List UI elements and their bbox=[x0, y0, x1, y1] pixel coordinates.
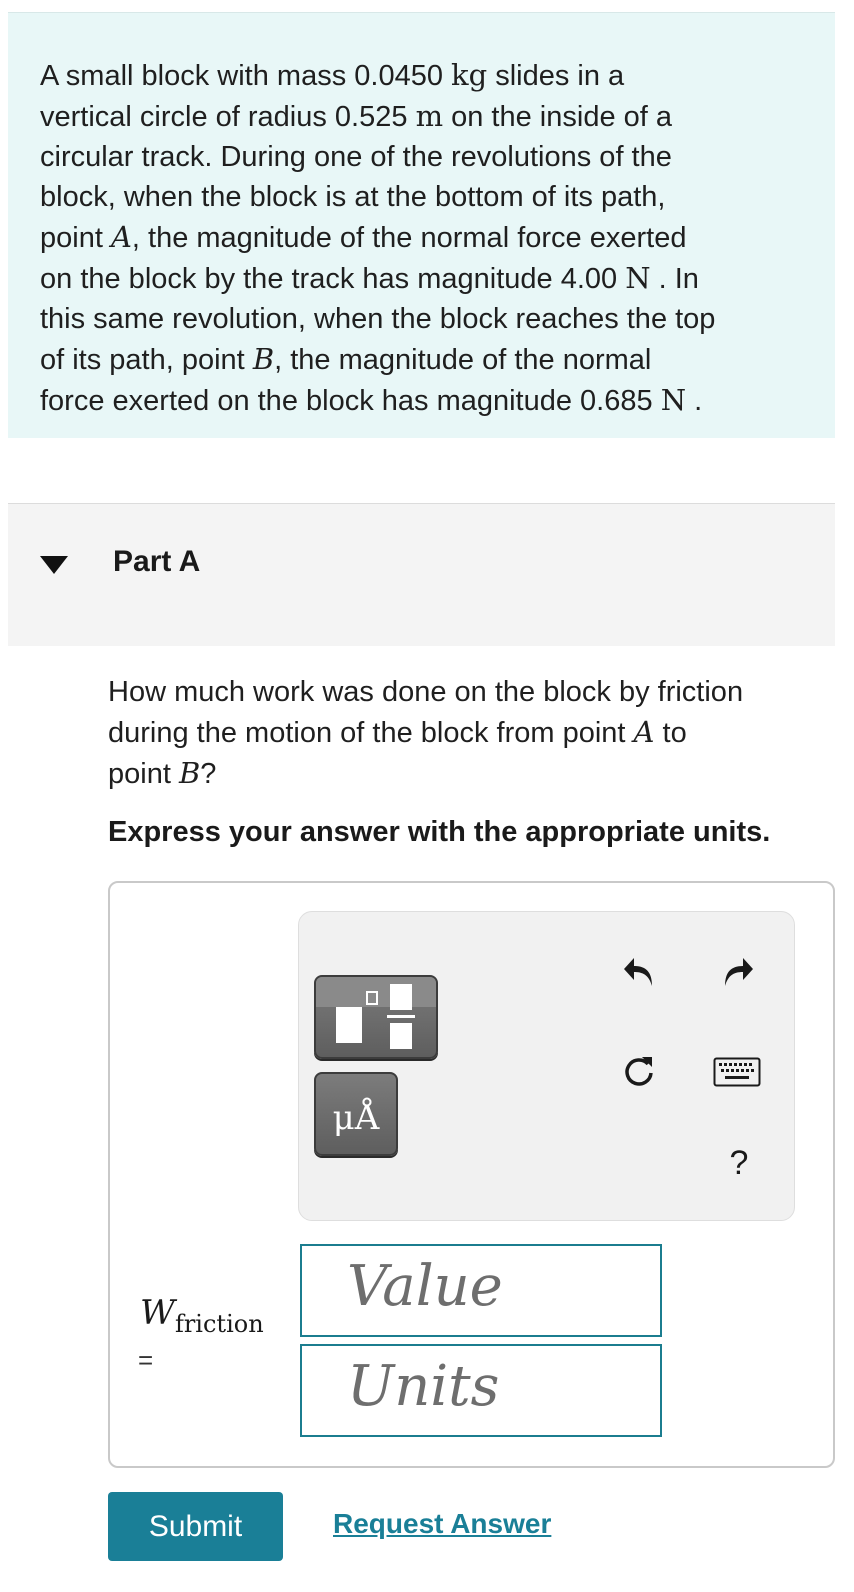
redo-icon bbox=[725, 958, 753, 986]
equals-sign: = bbox=[138, 1345, 154, 1375]
question-line: How much work was done on the block by f… bbox=[108, 676, 744, 708]
units-icon: μÅ bbox=[332, 1098, 380, 1138]
variable-label: Wfriction bbox=[140, 1293, 264, 1338]
problem-line: vertical circle of radius 0.525 m on the… bbox=[40, 99, 673, 133]
value-input[interactable]: Value bbox=[300, 1244, 662, 1337]
problem-line: on the block by the track has magnitude … bbox=[40, 261, 699, 295]
units-input[interactable]: Units bbox=[300, 1344, 662, 1437]
problem-line: of its path, point B, the magnitude of t… bbox=[40, 342, 652, 376]
reset-icon bbox=[625, 1057, 653, 1086]
help-icon: ? bbox=[729, 1143, 749, 1182]
units-button[interactable]: μÅ bbox=[314, 1072, 398, 1156]
variable-symbol: W bbox=[140, 1293, 175, 1333]
problem-line: force exerted on the block has magnitude… bbox=[40, 383, 703, 417]
undo-icon bbox=[624, 958, 652, 986]
part-a-header[interactable]: Part A bbox=[8, 503, 835, 646]
problem-line: block, when the block is at the bottom o… bbox=[40, 181, 666, 213]
problem-statement: A small block with mass 0.0450 kg slides… bbox=[8, 12, 835, 438]
keyboard-button[interactable] bbox=[711, 1054, 763, 1090]
reset-button[interactable] bbox=[617, 1049, 661, 1093]
submit-button[interactable]: Submit bbox=[108, 1492, 283, 1561]
question-line: point B? bbox=[108, 756, 217, 790]
question-text: How much work was done on the block by f… bbox=[108, 672, 838, 794]
undo-button[interactable] bbox=[619, 948, 663, 992]
problem-line: point A, the magnitude of the normal for… bbox=[40, 220, 687, 254]
redo-button[interactable] bbox=[714, 948, 758, 992]
problem-line: circular track. During one of the revolu… bbox=[40, 141, 672, 173]
part-title: Part A bbox=[113, 545, 201, 578]
problem-line: this same revolution, when the block rea… bbox=[40, 303, 716, 335]
question-line: during the motion of the block from poin… bbox=[108, 715, 687, 749]
problem-line: A small block with mass 0.0450 kg slides… bbox=[40, 58, 625, 92]
help-button[interactable]: ? bbox=[717, 1138, 761, 1188]
keyboard-icon bbox=[713, 1057, 761, 1087]
collapse-caret-icon[interactable] bbox=[40, 556, 68, 574]
answer-instruction: Express your answer with the appropriate… bbox=[108, 816, 771, 848]
request-answer-link[interactable]: Request Answer bbox=[333, 1508, 551, 1540]
fraction-template-button[interactable] bbox=[314, 975, 438, 1059]
variable-subscript: friction bbox=[174, 1310, 264, 1338]
answer-panel: μÅ ? Wfriction = Value Units bbox=[108, 881, 835, 1468]
math-toolbar: μÅ ? bbox=[298, 911, 795, 1221]
